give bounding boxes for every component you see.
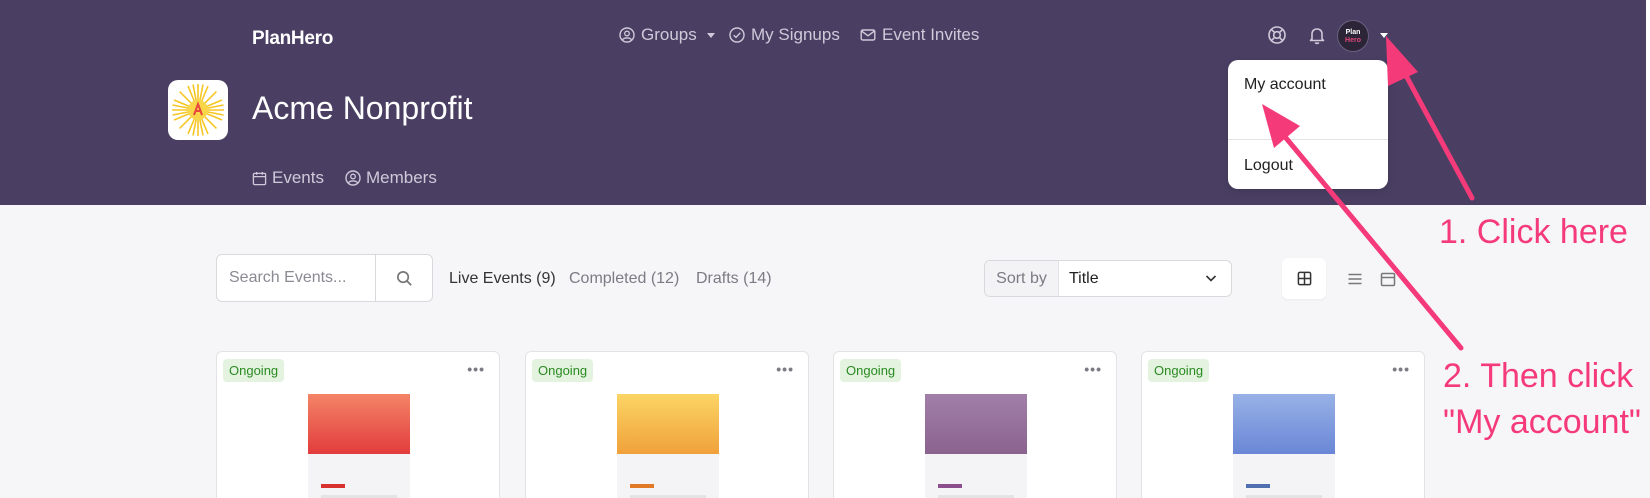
app-header: PlanHero Groups My Signups Event Invites <box>0 0 1650 205</box>
event-card[interactable]: Ongoing ••• <box>833 351 1117 498</box>
org-logo <box>168 80 228 140</box>
user-circle-icon <box>619 27 635 43</box>
more-options-icon[interactable]: ••• <box>776 361 794 377</box>
event-thumbnail <box>925 394 1027 498</box>
more-options-icon[interactable]: ••• <box>1392 361 1410 377</box>
nav-my-signups[interactable]: My Signups <box>729 25 840 45</box>
calendar-view-button[interactable] <box>1380 258 1410 299</box>
thumbnail-accent-line <box>321 484 345 488</box>
grid-view-button[interactable] <box>1282 258 1326 299</box>
avatar-text-hero: Hero <box>1345 37 1361 44</box>
status-badge: Ongoing <box>532 359 594 382</box>
user-circle-icon <box>345 170 361 186</box>
thumbnail-accent-line <box>938 484 962 488</box>
more-options-icon[interactable]: ••• <box>467 361 485 377</box>
page-edge <box>1646 0 1650 205</box>
event-thumbnail <box>617 394 719 498</box>
annotation-step-2-line-1: 2. Then click <box>1443 357 1634 395</box>
avatar[interactable]: Plan Hero <box>1337 20 1369 52</box>
annotation-step-1: 1. Click here <box>1439 213 1628 251</box>
nav-event-invites[interactable]: Event Invites <box>860 25 979 45</box>
status-badge: Ongoing <box>1148 359 1210 382</box>
avatar-text-plan: Plan <box>1345 29 1361 36</box>
tab-live-events[interactable]: Live Events (9) <box>449 270 556 288</box>
sort-select[interactable]: Sort by Title <box>984 260 1232 297</box>
grid-icon <box>1297 271 1311 286</box>
envelope-icon <box>860 29 876 41</box>
nav-groups[interactable]: Groups <box>619 25 715 45</box>
search-icon <box>396 270 412 286</box>
account-chevron-down-icon[interactable] <box>1380 33 1388 38</box>
event-thumbnail <box>1233 394 1335 498</box>
thumbnail-image <box>617 394 719 454</box>
tab-completed[interactable]: Completed (12) <box>569 270 679 288</box>
sun-logo-icon <box>172 84 224 136</box>
subnav-events[interactable]: Events <box>252 168 324 188</box>
list-view-button[interactable] <box>1333 258 1377 299</box>
menu-item-logout[interactable]: Logout <box>1244 157 1293 175</box>
sort-value: Title <box>1069 270 1099 287</box>
search-button[interactable] <box>375 255 432 301</box>
list-icon <box>1348 273 1362 284</box>
nav-event-invites-label: Event Invites <box>882 25 980 44</box>
subnav-members[interactable]: Members <box>345 168 437 188</box>
chevron-down-icon <box>706 32 715 38</box>
thumbnail-accent-line <box>1246 484 1270 488</box>
search-input[interactable] <box>217 255 375 301</box>
brand-logo[interactable]: PlanHero <box>252 28 333 50</box>
calendar-view-icon <box>1380 272 1396 286</box>
check-circle-icon <box>729 27 745 43</box>
event-card[interactable]: Ongoing ••• <box>216 351 500 498</box>
thumbnail-accent-line <box>630 484 654 488</box>
subnav-events-label: Events <box>272 168 324 187</box>
nav-groups-label: Groups <box>641 25 697 44</box>
search-box <box>216 254 433 302</box>
more-options-icon[interactable]: ••• <box>1084 361 1102 377</box>
bell-icon[interactable] <box>1306 24 1328 46</box>
thumbnail-image <box>1233 394 1335 454</box>
nav-my-signups-label: My Signups <box>751 25 840 44</box>
thumbnail-image <box>925 394 1027 454</box>
status-badge: Ongoing <box>223 359 285 382</box>
account-dropdown-menu: My account Logout <box>1228 60 1388 189</box>
menu-item-my-account[interactable]: My account <box>1244 76 1326 94</box>
sort-label: Sort by <box>985 261 1059 296</box>
chevron-down-icon <box>1205 275 1217 282</box>
event-card[interactable]: Ongoing ••• <box>525 351 809 498</box>
help-lifebuoy-icon[interactable] <box>1266 24 1288 46</box>
annotation-step-2-line-2: "My account" <box>1443 403 1641 441</box>
event-card[interactable]: Ongoing ••• <box>1141 351 1425 498</box>
tab-drafts[interactable]: Drafts (14) <box>696 270 772 288</box>
event-thumbnail <box>308 394 410 498</box>
menu-divider <box>1228 139 1388 140</box>
calendar-icon <box>252 171 267 185</box>
subnav-members-label: Members <box>366 168 437 187</box>
thumbnail-image <box>308 394 410 454</box>
status-badge: Ongoing <box>840 359 902 382</box>
org-title: Acme Nonprofit <box>252 90 473 126</box>
